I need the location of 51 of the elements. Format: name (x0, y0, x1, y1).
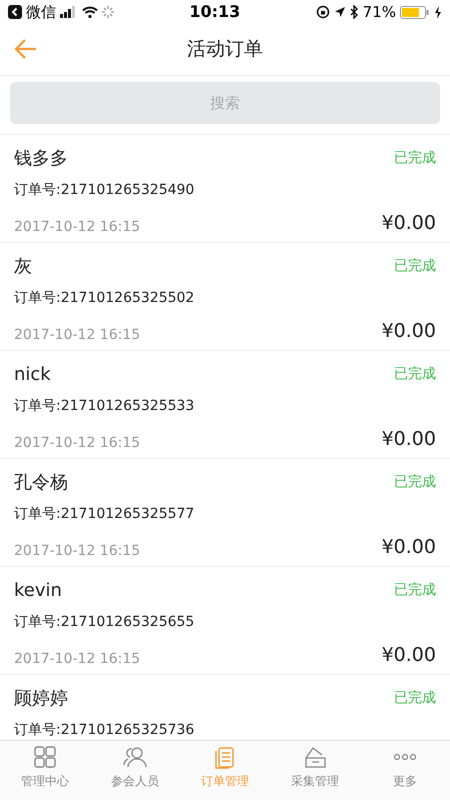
tray-icon (303, 745, 327, 769)
signal-icon (60, 6, 78, 18)
order-amount: ¥0.00 (382, 643, 436, 668)
order-date: 2017-10-12 16:15 (14, 650, 140, 668)
customer-name: 钱多多 (14, 147, 68, 171)
order-date: 2017-10-12 16:15 (14, 326, 140, 344)
search-field[interactable]: 搜索 (10, 82, 440, 124)
order-amount: ¥0.00 (382, 211, 436, 236)
order-amount: ¥0.00 (382, 427, 436, 452)
location-icon (334, 6, 346, 18)
order-number: 订单号:217101265325502 (14, 289, 196, 308)
tab-item[interactable]: 订单管理 (180, 741, 270, 800)
order-amount: ¥0.00 (382, 319, 436, 344)
order-number: 订单号:217101265325533 (14, 397, 196, 416)
order-status: 已完成 (394, 149, 436, 168)
bluetooth-icon (350, 5, 359, 19)
customer-name: nick (14, 363, 51, 387)
order-number: 订单号:217101265325490 (14, 181, 196, 200)
back-app-label[interactable]: 微信 (26, 0, 56, 24)
people-icon (123, 745, 147, 769)
order-number: 订单号:217101265325736 (14, 721, 196, 740)
order-date: 2017-10-12 16:15 (14, 542, 140, 560)
rotation-lock-icon (316, 5, 330, 19)
more-icon (393, 753, 417, 761)
order-status: 已完成 (394, 257, 436, 276)
order-number: 订单号:217101265325577 (14, 505, 196, 524)
spinner-icon (102, 6, 114, 18)
order-status: 已完成 (394, 581, 436, 600)
order-status: 已完成 (394, 689, 436, 708)
order-number: 订单号:217101265325655 (14, 613, 196, 632)
order-amount: ¥0.00 (382, 535, 436, 560)
battery-icon (400, 6, 430, 18)
tab-item[interactable]: 管理中心 (0, 741, 90, 800)
customer-name: 顾婷婷 (14, 687, 68, 711)
order-status: 已完成 (394, 473, 436, 492)
charging-icon (434, 6, 442, 18)
customer-name: 孔令杨 (14, 471, 68, 495)
time-text: 10:13 (188, 1, 242, 23)
tab-item[interactable]: 参会人员 (90, 741, 180, 800)
tab-item[interactable]: 更多 (360, 741, 450, 800)
order-date: 2017-10-12 16:15 (14, 218, 140, 236)
customer-name: 灰 (14, 255, 32, 279)
page-title: 活动订单 (187, 37, 263, 62)
order-status: 已完成 (394, 365, 436, 384)
back-icon[interactable] (8, 5, 22, 19)
tab-item[interactable]: 采集管理 (270, 741, 360, 800)
customer-name: kevin (14, 579, 62, 603)
grid-icon (33, 745, 57, 769)
order-date: 2017-10-12 16:15 (14, 434, 140, 452)
battery-percent: 71% (362, 2, 396, 23)
wifi-icon (82, 6, 98, 18)
